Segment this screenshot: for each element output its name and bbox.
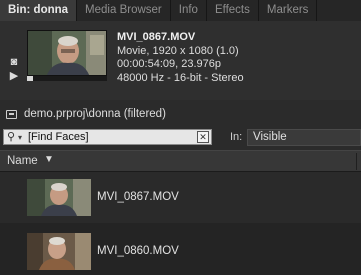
panel-tab-bar: Bin: donna Media Browser Info Effects Ma…	[0, 0, 361, 21]
in-label: In:	[230, 131, 243, 143]
tab-bar-filler	[317, 0, 361, 21]
sort-chevron-icon[interactable]: ▼	[44, 154, 54, 165]
list-item-thumbnail-image	[27, 179, 91, 216]
clip-filename: MVI_0867.MOV	[117, 31, 196, 43]
clip-metadata: MVI_0867.MOV Movie, 1920 x 1080 (1.0) 00…	[117, 31, 244, 85]
project-folder-icon	[6, 110, 17, 119]
clip-list: MVI_0867.MOV MVI_0860.MOV	[0, 172, 361, 275]
preview-side-controls: ◙ ▶	[6, 55, 22, 83]
clip-duration-info: 00:00:54:09, 23.976p	[117, 58, 221, 70]
tab-bin-donna[interactable]: Bin: donna	[0, 0, 78, 21]
clip-audio-info: 48000 Hz - 16-bit - Stereo	[117, 71, 244, 84]
list-header: Name ▼	[0, 150, 361, 172]
poster-frame-slider[interactable]	[27, 76, 107, 81]
list-item-name: MVI_0867.MOV	[97, 191, 179, 203]
search-query[interactable]: [Find Faces]	[28, 130, 89, 145]
in-filter-select[interactable]: Visible	[247, 129, 361, 146]
column-header-name[interactable]: Name	[7, 155, 38, 167]
list-item-thumbnail	[27, 179, 91, 216]
column-divider[interactable]	[356, 153, 357, 170]
search-icon[interactable]: ⚲	[7, 130, 15, 144]
list-item-thumbnail	[27, 233, 91, 270]
list-item[interactable]: MVI_0860.MOV	[0, 224, 361, 275]
camera-icon[interactable]: ◙	[6, 55, 22, 69]
project-path: demo.prproj\donna (filtered)	[24, 108, 166, 120]
tab-media-browser[interactable]: Media Browser	[77, 0, 171, 21]
preview-thumbnail[interactable]	[27, 30, 107, 76]
clip-video-info: Movie, 1920 x 1080 (1.0)	[117, 44, 239, 57]
tab-effects[interactable]: Effects	[206, 0, 259, 21]
preview-thumbnail-image	[28, 31, 106, 75]
tab-info[interactable]: Info	[170, 0, 207, 21]
clip-preview-panel: ◙ ▶ MVI_0867.MOV Movie, 1920 x 1080 (1.0…	[0, 21, 361, 100]
poster-frame-handle[interactable]	[27, 76, 33, 81]
search-dropdown-icon[interactable]: ▾	[18, 130, 22, 145]
project-path-row: demo.prproj\donna (filtered)	[0, 100, 361, 128]
search-row: ⚲ ▾ [Find Faces] ✕ In: Visible	[0, 128, 361, 148]
list-item-thumbnail-image	[27, 233, 91, 270]
tab-markers[interactable]: Markers	[258, 0, 318, 21]
search-input[interactable]: ⚲ ▾ [Find Faces] ✕	[3, 129, 212, 145]
play-icon[interactable]: ▶	[6, 69, 22, 83]
list-item-name: MVI_0860.MOV	[97, 245, 179, 257]
clear-search-icon[interactable]: ✕	[197, 131, 209, 143]
list-item[interactable]: MVI_0867.MOV	[0, 172, 361, 223]
